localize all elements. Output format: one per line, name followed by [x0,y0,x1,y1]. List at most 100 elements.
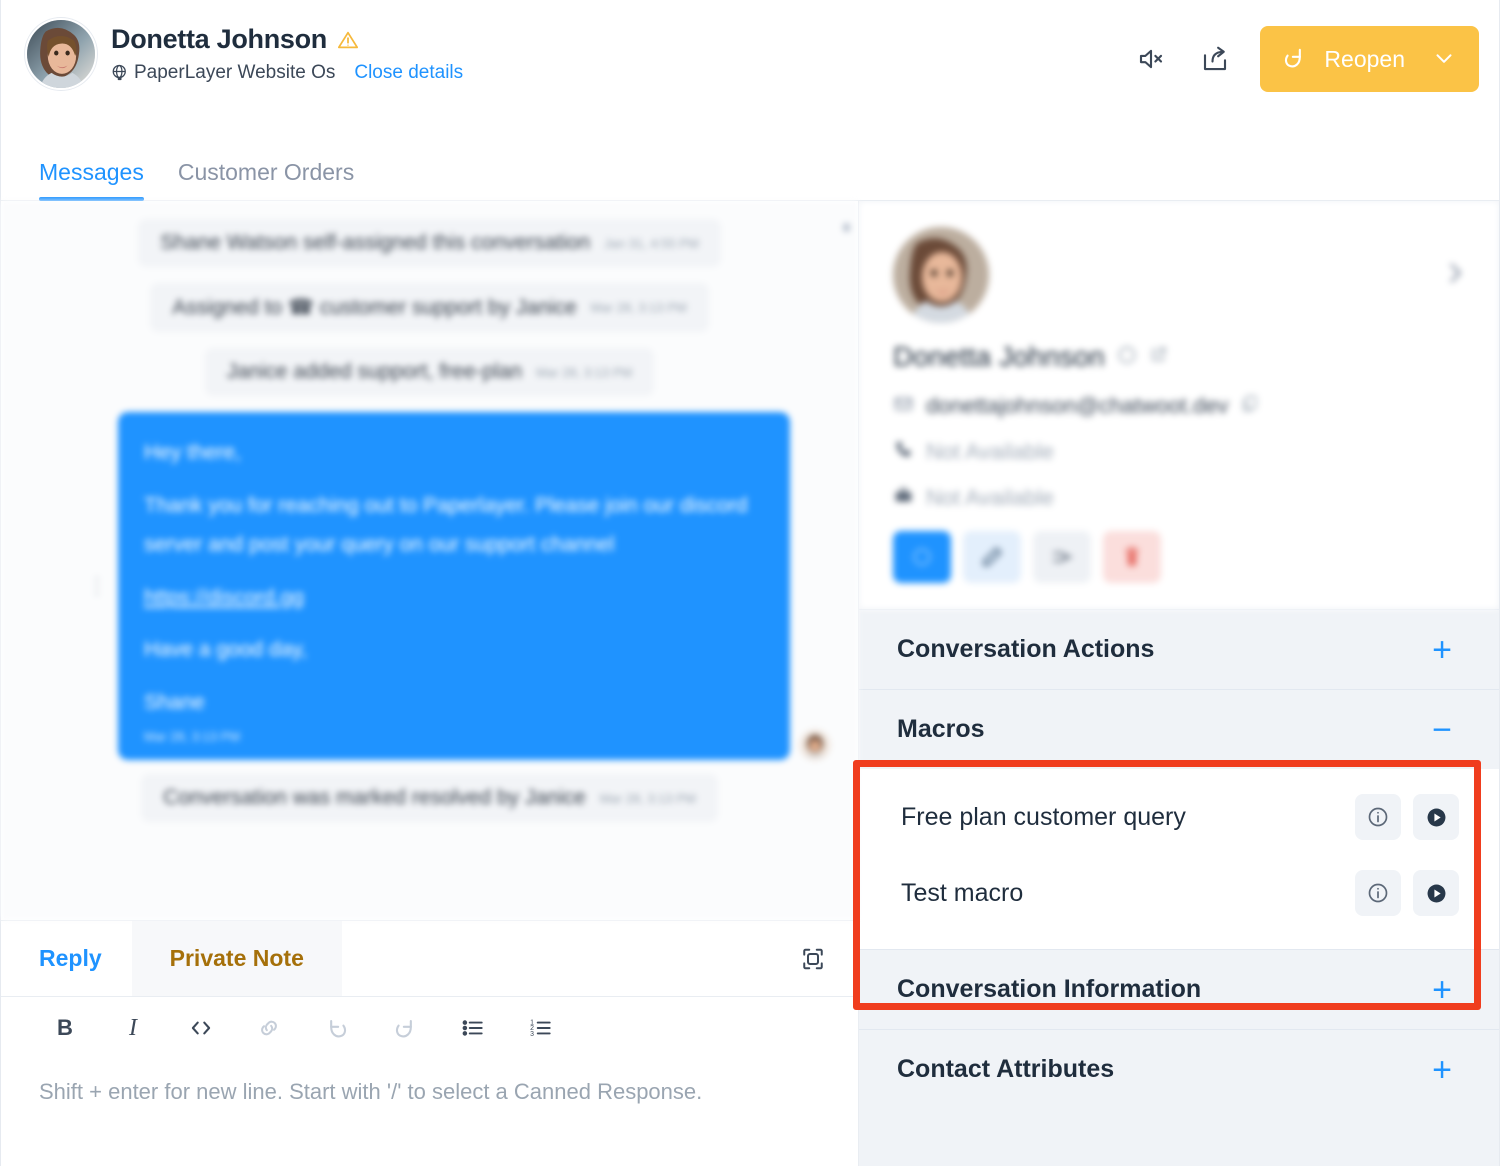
outgoing-message: ⋮ Hey there, Thank you for reaching out … [29,412,830,761]
edit-contact-button[interactable] [963,531,1021,583]
list-item[interactable]: Free plan customer query [859,779,1499,855]
contact-email-row: donettajohnson@chatwoot.dev [893,393,1465,419]
system-message-text: Shane Watson self-assigned this conversa… [160,231,591,254]
reply-tabs: Reply Private Note [1,921,858,997]
discord-link[interactable]: https://discord.gg [144,586,304,609]
message-bubble: Hey there, Thank you for reaching out to… [118,412,790,761]
timestamp: Jan 31, 4:55 PM [604,235,699,251]
play-icon[interactable] [1413,870,1459,916]
expand-plus-icon[interactable]: + [1425,973,1459,1007]
contact-company-row: Not Available [893,485,1465,511]
svg-text:3: 3 [530,1031,534,1038]
section-title: Contact Attributes [897,1055,1115,1083]
message-menu-icon[interactable]: ⋮ [86,573,108,599]
message-line: Have a good day, [144,638,308,662]
sidebar-item-conversation-information[interactable]: Conversation Information + [859,949,1499,1029]
conversation-body: Shane Watson self-assigned this conversa… [1,201,1499,1166]
briefcase-icon [893,485,914,511]
chevron-right-icon[interactable] [1441,259,1469,290]
expand-editor-icon[interactable] [798,921,858,996]
section-title: Conversation Actions [897,635,1155,663]
agent-avatar [800,730,830,761]
header-contact-block: Donetta Johnson PaperLayer Website Os Cl… [25,18,1132,90]
share-export-icon[interactable] [1196,40,1234,78]
reply-editor: Reply Private Note B I 1 2 3 Shift + ent… [1,920,858,1166]
page-title: Donetta Johnson [111,24,327,54]
conversation-tabs: Messages Customer Orders [1,131,1499,201]
tab-private-note[interactable]: Private Note [131,921,342,996]
header-actions: Reopen [1132,18,1479,92]
tab-customer-orders[interactable]: Customer Orders [178,159,354,200]
merge-contact-button[interactable] [1033,531,1091,583]
tab-messages[interactable]: Messages [39,159,144,201]
format-toolbar: B I 1 2 3 [1,997,858,1059]
message-line: Shane [144,691,205,715]
contact-email: donettajohnson@chatwoot.dev [926,393,1229,418]
conversation-page: Donetta Johnson PaperLayer Website Os Cl… [0,0,1500,1166]
system-message-text: Janice added support, free-plan [226,360,523,383]
code-button[interactable] [167,1005,235,1051]
reply-input-placeholder[interactable]: Shift + enter for new line. Start with '… [1,1059,858,1111]
contact-actions [893,531,1465,583]
play-icon[interactable] [1413,794,1459,840]
reopen-label: Reopen [1324,45,1405,72]
message-thread[interactable]: Shane Watson self-assigned this conversa… [1,201,858,920]
list-item[interactable]: Test macro [859,855,1499,931]
italic-button[interactable]: I [99,1005,167,1051]
copy-icon[interactable] [1240,394,1259,418]
message-line: Thank you for reaching out to Paperlayer… [144,493,748,556]
contact-name: Donetta Johnson [893,341,1105,372]
expand-plus-icon[interactable]: + [1425,633,1459,667]
timestamp: Mar 28, 3:13 PM [536,364,633,380]
list-item: Janice added support, free-plan Mar 28, … [29,348,830,396]
info-icon[interactable] [1355,794,1401,840]
contact-card: Donetta Johnson donettajohnson@chatwoot.… [859,201,1499,609]
delete-contact-button[interactable] [1103,531,1161,583]
header-text-block: Donetta Johnson PaperLayer Website Os Cl… [111,18,463,84]
reopen-button[interactable]: Reopen [1260,26,1479,92]
thread-scrollbar[interactable] [843,223,850,232]
section-title: Conversation Information [897,975,1202,1003]
contact-name-row: Donetta Johnson [893,341,1465,373]
status-dot-icon [1117,345,1137,370]
chevron-down-icon[interactable] [1431,45,1457,74]
close-details-link[interactable]: Close details [354,62,463,84]
info-icon[interactable] [1355,870,1401,916]
sidebar-item-conversation-actions[interactable]: Conversation Actions + [859,609,1499,689]
warning-triangle-icon [337,29,359,51]
list-item: Shane Watson self-assigned this conversa… [29,219,830,267]
collapse-minus-icon[interactable]: − [1425,713,1459,747]
external-link-icon[interactable] [1149,345,1168,369]
messages-column: Shane Watson self-assigned this conversa… [1,201,859,1166]
redo-button[interactable] [371,1005,439,1051]
message-line: Hey there, [144,441,241,464]
bold-button[interactable]: B [31,1005,99,1051]
list-item: Assigned to ☎ customer support by Janice… [29,283,830,332]
contact-sidebar: Donetta Johnson donettajohnson@chatwoot.… [859,201,1499,1166]
tab-reply[interactable]: Reply [1,921,132,996]
sidebar-item-contact-attributes[interactable]: Contact Attributes + [859,1029,1499,1109]
macro-name: Free plan customer query [901,802,1186,831]
speaker-mute-icon[interactable] [1132,40,1170,78]
sidebar-accordion: Conversation Actions + Macros − Free pla… [859,609,1499,1109]
contact-company: Not Available [926,485,1055,510]
sidebar-item-macros[interactable]: Macros − [859,689,1499,769]
new-conversation-button[interactable] [893,531,951,583]
conversation-header: Donetta Johnson PaperLayer Website Os Cl… [1,0,1499,131]
expand-plus-icon[interactable]: + [1425,1053,1459,1087]
bullet-list-button[interactable] [439,1005,507,1051]
numbered-list-button[interactable]: 1 2 3 [507,1005,575,1051]
timestamp: Mar 28, 3:13 PM [590,300,687,315]
contact-phone: Not Available [926,439,1055,464]
reopen-arrow-icon [1280,44,1308,75]
macros-list: Free plan customer query Test macro [859,769,1499,949]
macro-name: Test macro [901,878,1024,907]
timestamp: Mar 28, 3:13 PM [599,790,696,806]
timestamp: Mar 28, 3:13 PM [144,729,241,745]
system-message-text: Conversation was marked resolved by Jani… [163,786,586,810]
mail-icon [893,393,914,419]
phone-icon [893,439,914,465]
link-button[interactable] [235,1005,303,1051]
section-title: Macros [897,715,985,743]
undo-button[interactable] [303,1005,371,1051]
